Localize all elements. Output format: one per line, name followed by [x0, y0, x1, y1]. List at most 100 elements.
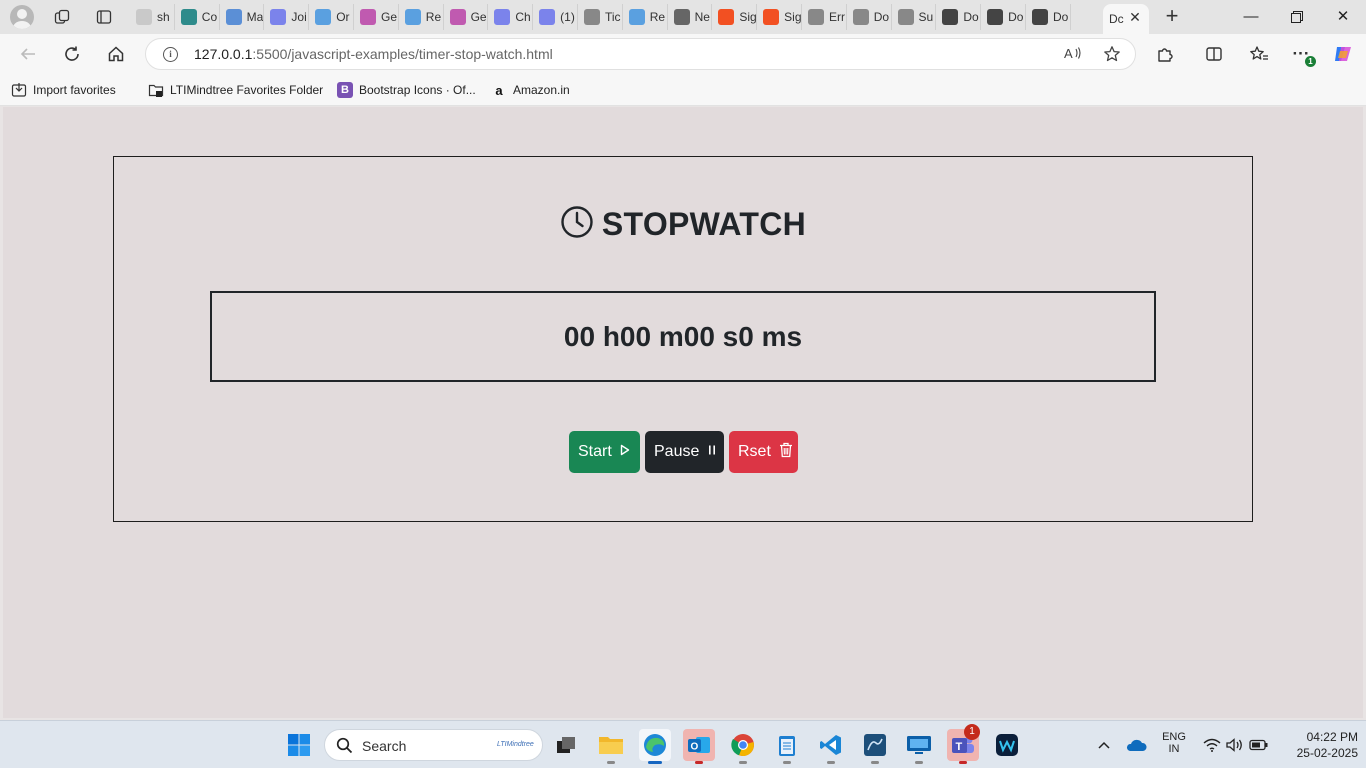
tab-actions-icon[interactable] [95, 8, 113, 26]
restore-icon[interactable] [1274, 6, 1320, 28]
tab-favicon-icon [270, 9, 287, 25]
tab-title: Ma [246, 10, 264, 24]
profile-avatar-icon[interactable] [10, 5, 34, 29]
show-hidden-icons-chevron-icon[interactable] [1088, 729, 1120, 761]
favorites-bar: Import favorites LTIMindtree Favorites F… [0, 74, 1366, 106]
favorites-icon[interactable] [1248, 43, 1270, 65]
new-tab-icon[interactable]: + [1162, 5, 1182, 27]
favorite-star-icon[interactable] [1102, 45, 1122, 65]
reset-label: Rset [738, 443, 771, 460]
minimize-icon[interactable]: — [1228, 6, 1274, 28]
reset-button[interactable]: Rset [729, 431, 798, 473]
vscode-icon[interactable] [815, 729, 847, 764]
browser-tab[interactable]: Sig [712, 4, 758, 30]
close-window-icon[interactable]: ✕ [1320, 6, 1366, 28]
browser-tab[interactable]: (1) [533, 4, 578, 30]
favorite-amazon[interactable]: a Amazon.in [491, 81, 569, 99]
tab-favicon-icon [628, 9, 645, 25]
windows-start-icon[interactable] [283, 729, 315, 761]
file-explorer-icon[interactable] [595, 729, 627, 764]
back-icon[interactable] [17, 43, 39, 65]
favorite-bootstrap[interactable]: B Bootstrap Icons · Of... [337, 81, 476, 99]
extension-badge: 1 [1305, 56, 1316, 67]
tab-title: Ne [694, 10, 710, 24]
webex-icon[interactable] [991, 729, 1023, 761]
running-indicator [607, 761, 615, 764]
trash-icon [779, 442, 793, 463]
browser-tab[interactable]: Or [309, 4, 354, 30]
clock[interactable]: 04:22 PM 25-02-2025 [1278, 729, 1358, 761]
tab-favicon-icon [180, 9, 197, 25]
address-host: 127.0.0.1 [194, 46, 253, 62]
tab-title: Ge [470, 10, 487, 24]
language-line2: IN [1168, 743, 1180, 755]
chrome-icon[interactable] [727, 729, 759, 764]
refresh-icon[interactable] [61, 43, 83, 65]
browser-tab[interactable]: Do [847, 4, 892, 30]
address-url[interactable]: 127.0.0.1:5500/javascript-examples/timer… [194, 46, 553, 62]
browser-tab[interactable]: Tic [578, 4, 623, 30]
read-aloud-icon[interactable]: A [1063, 45, 1083, 65]
browser-tab[interactable]: Su [892, 4, 937, 30]
browser-tab[interactable]: sh [130, 4, 175, 30]
clock-time: 04:22 PM [1306, 730, 1358, 744]
browser-tab[interactable]: Ne [668, 4, 713, 30]
browser-tab[interactable]: Re [399, 4, 444, 30]
task-view-icon[interactable] [550, 729, 582, 761]
favorite-label: Import favorites [33, 83, 116, 97]
extensions-icon[interactable] [1154, 43, 1176, 65]
browser-tab[interactable]: Ge [444, 4, 489, 30]
tab-favicon-icon [763, 9, 780, 25]
tab-title: Ch [515, 10, 531, 24]
tab-title: Tic [604, 10, 621, 24]
stopwatch-card: STOPWATCH 00 h00 m00 s0 ms Start Pause R… [113, 156, 1253, 522]
battery-icon[interactable] [1243, 729, 1275, 761]
close-tab-icon[interactable]: ✕ [1127, 9, 1143, 25]
tab-favicon-icon [1031, 9, 1048, 25]
site-info-icon[interactable]: i [163, 47, 178, 62]
language-indicator[interactable]: ENG IN [1161, 731, 1187, 755]
search-placeholder: Search [362, 738, 407, 754]
copilot-icon[interactable] [1332, 43, 1354, 65]
address-bar[interactable]: i 127.0.0.1:5500/javascript-examples/tim… [145, 38, 1136, 70]
tab-favicon-icon [673, 9, 690, 25]
home-icon[interactable] [105, 43, 127, 65]
tab-list: sh Co Ma Joi Or Ge Re Ge Ch (1) Tic Re Ne Sig Sig Err Do… [130, 4, 1071, 34]
browser-tab[interactable]: Ma [220, 4, 265, 30]
tab-title: Re [649, 10, 666, 24]
browser-tab[interactable]: Do [981, 4, 1026, 30]
browser-tab[interactable]: Do [1026, 4, 1071, 30]
running-indicator [827, 761, 835, 764]
pause-icon [707, 443, 717, 461]
browser-tab[interactable]: Re [623, 4, 668, 30]
remote-desktop-icon[interactable] [903, 729, 935, 764]
control-buttons: Start Pause Rset [569, 431, 798, 473]
running-indicator [739, 761, 747, 764]
taskbar-search[interactable]: Search LTIMindtree [324, 729, 543, 761]
workspaces-icon[interactable] [53, 8, 71, 26]
sql-workbench-icon[interactable] [859, 729, 891, 764]
outlook-icon[interactable]: O [683, 729, 715, 764]
svg-text:A: A [1064, 46, 1073, 61]
browser-tab[interactable]: Do [936, 4, 982, 30]
favorite-import[interactable]: Import favorites [11, 81, 116, 99]
tab-favicon-icon [897, 9, 914, 25]
browser-tab[interactable]: Ge [354, 4, 399, 30]
pause-button[interactable]: Pause [645, 431, 724, 473]
split-screen-icon[interactable] [1203, 43, 1225, 65]
browser-tab[interactable]: Ch [488, 4, 534, 30]
teams-icon[interactable]: T 1 [947, 724, 980, 764]
browser-tab[interactable]: Err [802, 4, 847, 30]
tab-title: Do [1052, 10, 1069, 24]
edge-browser-icon[interactable] [639, 729, 671, 764]
browser-tab[interactable]: Joi [264, 4, 310, 30]
browser-tab[interactable]: Sig [757, 4, 802, 30]
svg-text:T: T [956, 741, 963, 753]
notepad-icon[interactable] [771, 729, 803, 764]
onedrive-cloud-icon[interactable] [1120, 729, 1152, 761]
browser-tab[interactable]: Co [175, 4, 220, 30]
start-button[interactable]: Start [569, 431, 640, 473]
folder-icon [148, 82, 164, 98]
taskbar: Search LTIMindtree O T 1 ENG IN 04:22 PM… [0, 720, 1366, 768]
favorite-folder[interactable]: LTIMindtree Favorites Folder [148, 81, 323, 99]
